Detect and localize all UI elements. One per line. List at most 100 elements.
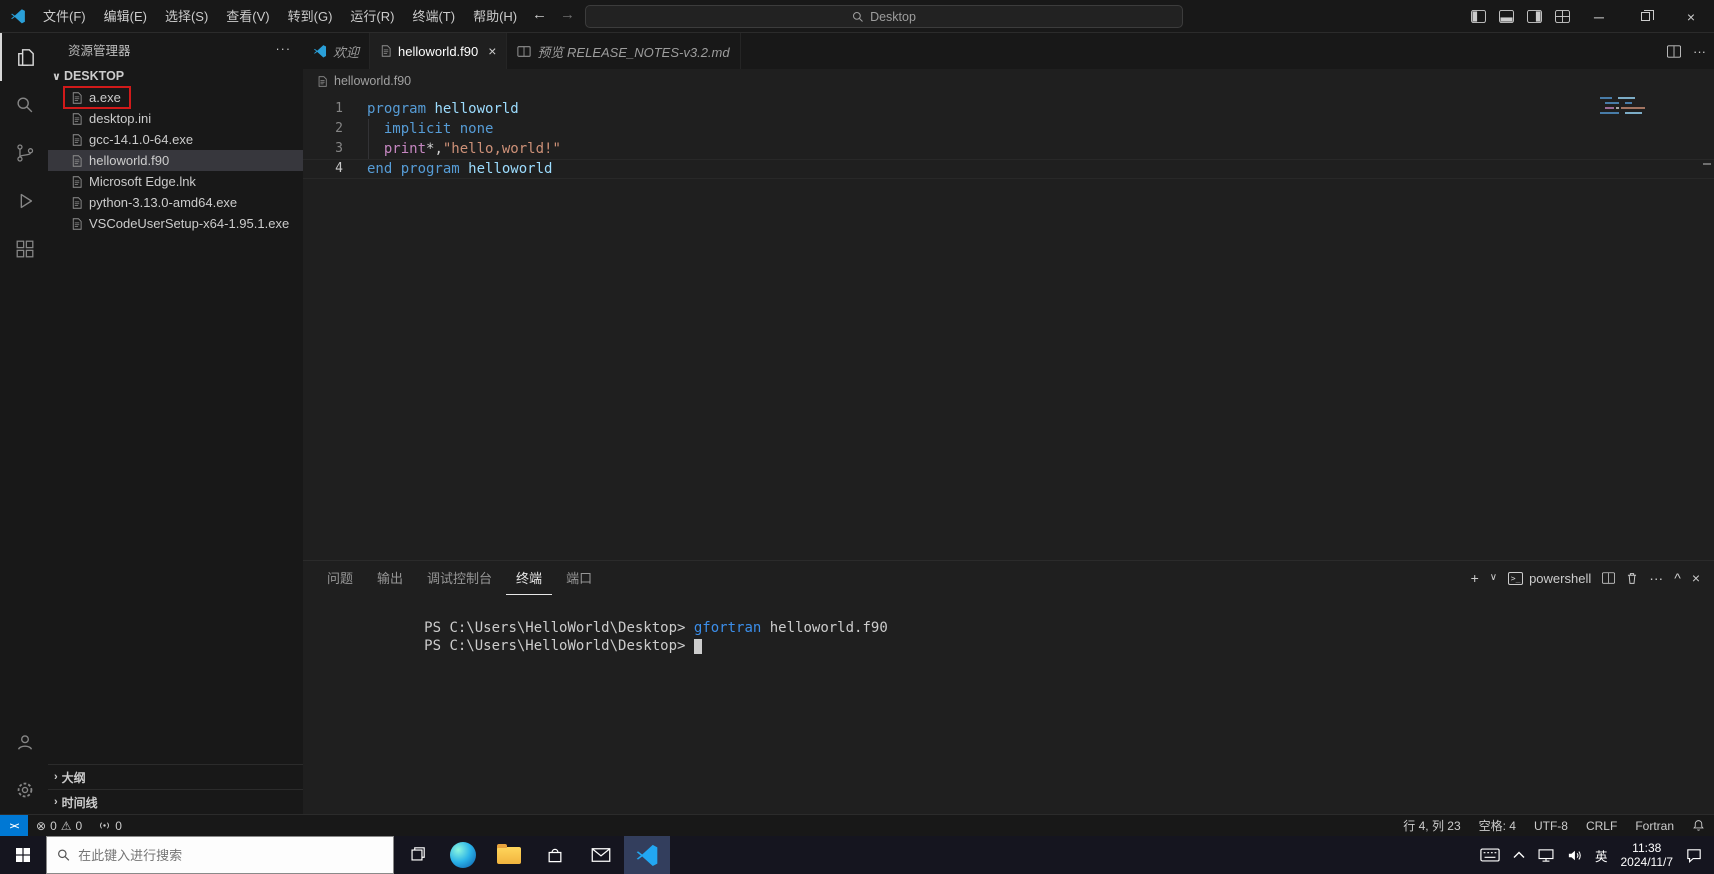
input-language-indicator[interactable]: 英 [1595, 846, 1608, 865]
taskbar-search-input[interactable] [78, 847, 383, 863]
file-row[interactable]: a.exe [48, 86, 303, 109]
file-icon [72, 196, 82, 209]
close-panel-icon[interactable]: × [1692, 571, 1700, 585]
command-center-search[interactable]: Desktop [585, 5, 1183, 28]
status-item[interactable]: CRLF [1577, 815, 1626, 836]
ports-status[interactable]: 0 [90, 815, 130, 836]
activitybar-extensions[interactable] [0, 225, 48, 273]
menu-item[interactable]: 编辑(E) [95, 0, 156, 33]
file-row[interactable]: gcc-14.1.0-64.exe [48, 129, 303, 150]
terminal-text: PS C:\Users\HelloWorld\Desktop> [424, 638, 702, 654]
panel-tab[interactable]: 调试控制台 [417, 561, 502, 595]
mail-app-button[interactable] [578, 836, 624, 874]
activitybar-source-control[interactable] [0, 129, 48, 177]
file-row[interactable]: VSCodeUserSetup-x64-1.95.1.exe [48, 213, 303, 234]
action-center-icon[interactable] [1686, 848, 1702, 863]
sidebar-section[interactable]: › 大纲 [48, 764, 303, 789]
activitybar-settings[interactable] [0, 766, 48, 814]
toggle-secondary-sidebar-icon[interactable] [1520, 0, 1548, 33]
code-editor[interactable]: 1 program helloworld 2 implicit none 3 p… [303, 93, 1714, 560]
taskbar-search[interactable] [46, 836, 394, 874]
maximize-panel-icon[interactable]: ^ [1674, 571, 1681, 585]
vscode-app-button[interactable] [624, 836, 670, 874]
task-view-button[interactable] [394, 836, 440, 874]
network-icon[interactable] [1538, 848, 1554, 862]
panel-tab[interactable]: 终端 [506, 561, 553, 595]
sidebar-section[interactable]: › 时间线 [48, 789, 303, 814]
file-explorer-app-button[interactable] [486, 836, 532, 874]
file-row[interactable]: python-3.13.0-amd64.exe [48, 192, 303, 213]
activitybar-account[interactable] [0, 718, 48, 766]
minimize-button[interactable]: ─ [1576, 0, 1622, 33]
toggle-sidebar-icon[interactable] [1464, 0, 1492, 33]
editor-tab[interactable]: 欢迎 × [303, 33, 371, 69]
split-editor-icon[interactable] [1667, 44, 1681, 58]
vscode-logo-icon [636, 844, 658, 867]
code-line[interactable]: 2 implicit none [303, 119, 1714, 139]
editor-tab[interactable]: helloworld.f90 × [370, 33, 508, 69]
edge-app-button[interactable] [440, 836, 486, 874]
terminal-dropdown-icon[interactable]: ∨ [1490, 573, 1497, 583]
file-row[interactable]: helloworld.f90 [48, 150, 303, 171]
folder-root[interactable]: ∨ DESKTOP [48, 65, 303, 87]
terminal[interactable]: PS C:\Users\HelloWorld\Desktop> gfortran… [303, 595, 1714, 654]
panel-tab[interactable]: 端口 [556, 561, 602, 595]
status-item[interactable]: 行 4, 列 23 [1394, 815, 1469, 836]
activitybar-spacer [0, 273, 48, 718]
menu-item[interactable]: 终端(T) [403, 0, 464, 33]
minimap[interactable] [1600, 97, 1700, 117]
editor-area: 欢迎 × helloworld.f90 × 预览 RELEASE_NOTES-v… [303, 33, 1714, 814]
menu-item[interactable]: 帮助(H) [464, 0, 526, 33]
store-app-button[interactable] [532, 836, 578, 874]
activitybar-run-debug[interactable] [0, 177, 48, 225]
taskbar-clock[interactable]: 11:38 2024/11/7 [1621, 841, 1674, 869]
code-line[interactable]: 3 print*,"hello,world!" [303, 139, 1714, 159]
breadcrumb-item[interactable]: helloworld.f90 [334, 74, 411, 88]
file-row[interactable]: Microsoft Edge.lnk [48, 171, 303, 192]
forward-icon[interactable]: → [560, 6, 575, 23]
panel-tab-label: 问题 [327, 571, 354, 586]
close-icon[interactable]: × [488, 43, 496, 59]
clock-time: 11:38 [1632, 841, 1662, 855]
file-row[interactable]: desktop.ini [48, 108, 303, 129]
close-window-button[interactable]: × [1668, 0, 1714, 33]
more-actions-icon[interactable]: ··· [276, 42, 292, 56]
restore-button[interactable] [1622, 0, 1668, 33]
status-item[interactable]: 空格: 4 [1470, 815, 1525, 836]
kill-terminal-icon[interactable] [1626, 572, 1638, 585]
terminal-instance[interactable]: >_ powershell [1508, 571, 1591, 586]
volume-icon[interactable] [1567, 849, 1582, 862]
activitybar-explorer[interactable] [0, 33, 48, 81]
panel-tab[interactable]: 问题 [317, 561, 363, 595]
panel-tab[interactable]: 输出 [367, 561, 413, 595]
terminal-line: PS C:\Users\HelloWorld\Desktop> gfortran… [323, 601, 1714, 636]
shell-label: powershell [1529, 570, 1592, 586]
menu-item[interactable]: 选择(S) [156, 0, 217, 33]
menu-item[interactable]: 查看(V) [217, 0, 278, 33]
start-button[interactable] [0, 836, 46, 874]
more-actions-icon[interactable]: ··· [1693, 44, 1706, 59]
activitybar-search[interactable] [0, 81, 48, 129]
customize-layout-icon[interactable] [1548, 0, 1576, 33]
split-terminal-icon[interactable] [1602, 572, 1616, 584]
menu-item[interactable]: 文件(F) [34, 0, 95, 33]
activity-bar [0, 33, 48, 814]
file-icon [380, 44, 392, 58]
remote-indicator[interactable]: >< [0, 815, 28, 836]
menu-item[interactable]: 运行(R) [341, 0, 403, 33]
new-terminal-icon[interactable]: + [1471, 571, 1479, 585]
problems-status[interactable]: ⊗ 0 ⚠ 0 [28, 815, 90, 836]
status-item[interactable]: UTF-8 [1525, 815, 1577, 836]
code-line[interactable]: 4 end program helloworld [303, 159, 1714, 179]
menu-item[interactable]: 转到(G) [279, 0, 342, 33]
notifications-bell[interactable] [1683, 815, 1714, 836]
toggle-panel-icon[interactable] [1492, 0, 1520, 33]
back-icon[interactable]: ← [532, 6, 547, 23]
code-line[interactable]: 1 program helloworld [303, 99, 1714, 119]
more-actions-icon[interactable]: ··· [1649, 571, 1663, 585]
breadcrumb[interactable]: helloworld.f90 [303, 69, 1714, 93]
tray-chevron-up-icon[interactable] [1513, 851, 1525, 859]
touch-keyboard-icon[interactable] [1480, 848, 1500, 862]
editor-tab[interactable]: 预览 RELEASE_NOTES-v3.2.md × [507, 33, 741, 69]
status-item[interactable]: Fortran [1626, 815, 1683, 836]
